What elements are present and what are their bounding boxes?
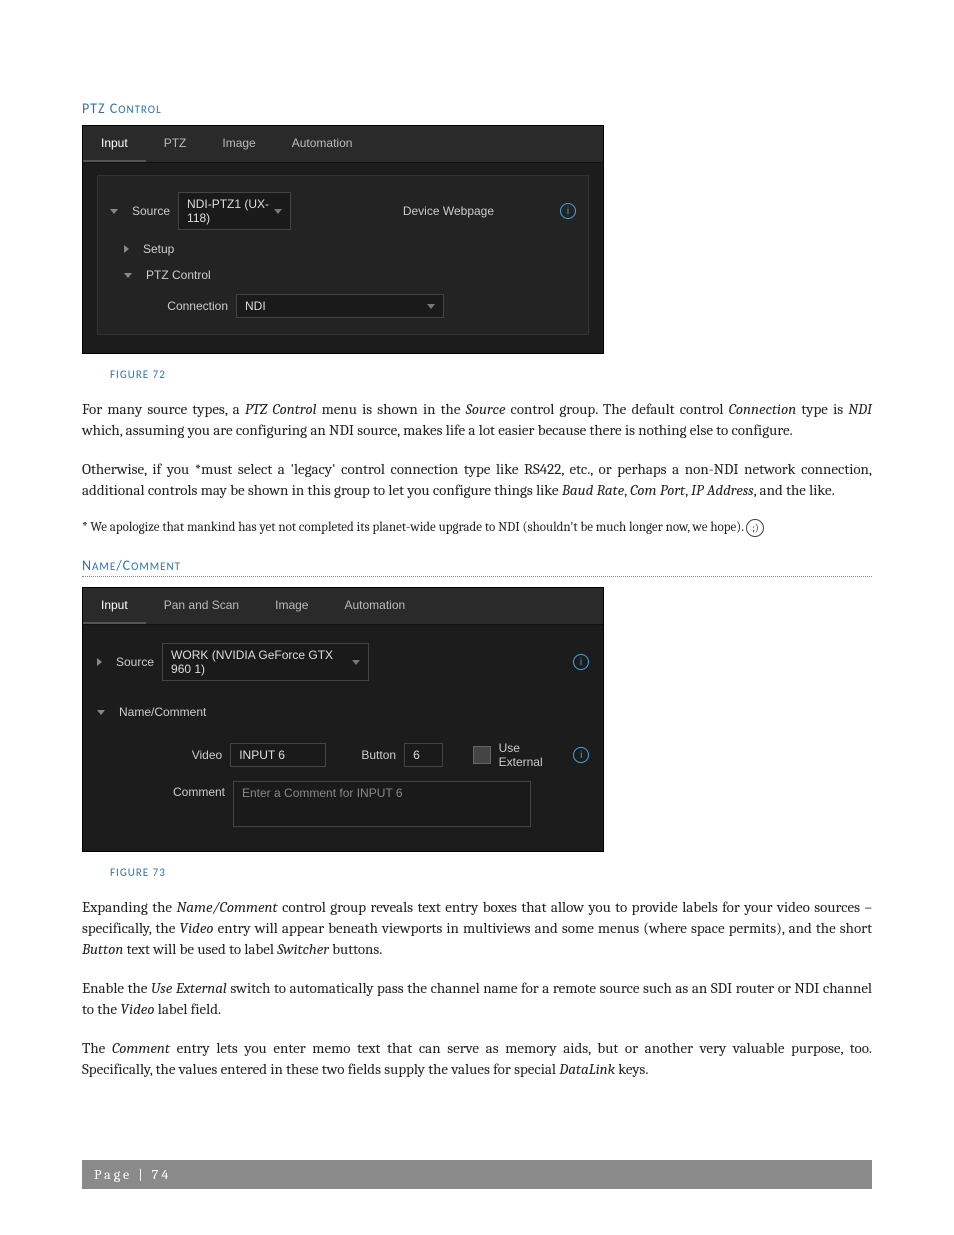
connection-dropdown[interactable]: NDI [236, 294, 444, 318]
heading-name-comment: NAME/COMMENT [82, 557, 872, 577]
connection-dropdown-value: NDI [245, 299, 266, 313]
chevron-right-icon[interactable] [97, 658, 102, 666]
button-label: Button [361, 748, 396, 762]
figure-73-panel: Input Pan and Scan Image Automation Sour… [82, 587, 604, 852]
device-webpage-link[interactable]: Device Webpage [403, 204, 494, 218]
button-input[interactable]: 6 [404, 743, 443, 767]
info-icon[interactable]: i [573, 654, 589, 670]
source-dropdown[interactable]: WORK (NVIDIA GeForce GTX 960 1) [162, 643, 368, 681]
paragraph-4: Enable the Use External switch to automa… [82, 978, 872, 1020]
source-label: Source [116, 655, 154, 669]
connection-label: Connection [138, 299, 228, 313]
name-comment-label[interactable]: Name/Comment [119, 705, 206, 719]
tab-image[interactable]: Image [204, 126, 273, 162]
paragraph-5: The Comment entry lets you enter memo te… [82, 1038, 872, 1080]
source-dropdown-value: WORK (NVIDIA GeForce GTX 960 1) [171, 648, 351, 676]
tab-input[interactable]: Input [83, 588, 146, 624]
figure-72-caption: FIGURE 72 [110, 368, 872, 381]
chevron-down-icon[interactable] [124, 273, 132, 278]
video-label: Video [125, 748, 222, 762]
ptz-control-label[interactable]: PTZ Control [146, 268, 211, 282]
setup-label[interactable]: Setup [143, 242, 174, 256]
tab-ptz[interactable]: PTZ [146, 126, 205, 162]
info-icon[interactable]: i [560, 203, 576, 219]
comment-input[interactable]: Enter a Comment for INPUT 6 [233, 781, 531, 827]
tabs-fig2: Input Pan and Scan Image Automation [83, 588, 603, 625]
source-dropdown-value: NDI-PTZ1 (UX-118) [187, 197, 274, 225]
use-external-label: Use External [499, 741, 566, 769]
wink-emoji-icon: ;) [746, 519, 764, 537]
video-input[interactable]: INPUT 6 [230, 743, 326, 767]
tab-pan-and-scan[interactable]: Pan and Scan [146, 588, 257, 624]
comment-label: Comment [125, 781, 225, 799]
heading-ptz-control: PTZ CONTROL [82, 100, 872, 117]
chevron-down-icon [352, 660, 360, 665]
chevron-right-icon[interactable] [124, 245, 129, 253]
chevron-down-icon [427, 304, 435, 309]
paragraph-3: Expanding the Name/Comment control group… [82, 897, 872, 960]
tab-image[interactable]: Image [257, 588, 326, 624]
figure-72-panel: Input PTZ Image Automation Source NDI-PT… [82, 125, 604, 354]
footnote: * We apologize that mankind has yet not … [82, 519, 872, 537]
paragraph-1: For many source types, a PTZ Control men… [82, 399, 872, 441]
tab-automation[interactable]: Automation [274, 126, 371, 162]
figure-73-caption: FIGURE 73 [110, 866, 872, 879]
chevron-down-icon[interactable] [110, 209, 118, 214]
page-footer: Page | 74 [82, 1160, 872, 1189]
paragraph-2: Otherwise, if you *must select a 'legacy… [82, 459, 872, 501]
source-label: Source [132, 204, 170, 218]
chevron-down-icon[interactable] [97, 710, 105, 715]
tab-input[interactable]: Input [83, 126, 146, 162]
tabs-fig1: Input PTZ Image Automation [83, 126, 603, 163]
info-icon[interactable]: i [573, 747, 589, 763]
tab-automation[interactable]: Automation [326, 588, 423, 624]
use-external-toggle[interactable] [473, 746, 491, 764]
chevron-down-icon [274, 209, 282, 214]
source-dropdown[interactable]: NDI-PTZ1 (UX-118) [178, 192, 291, 230]
